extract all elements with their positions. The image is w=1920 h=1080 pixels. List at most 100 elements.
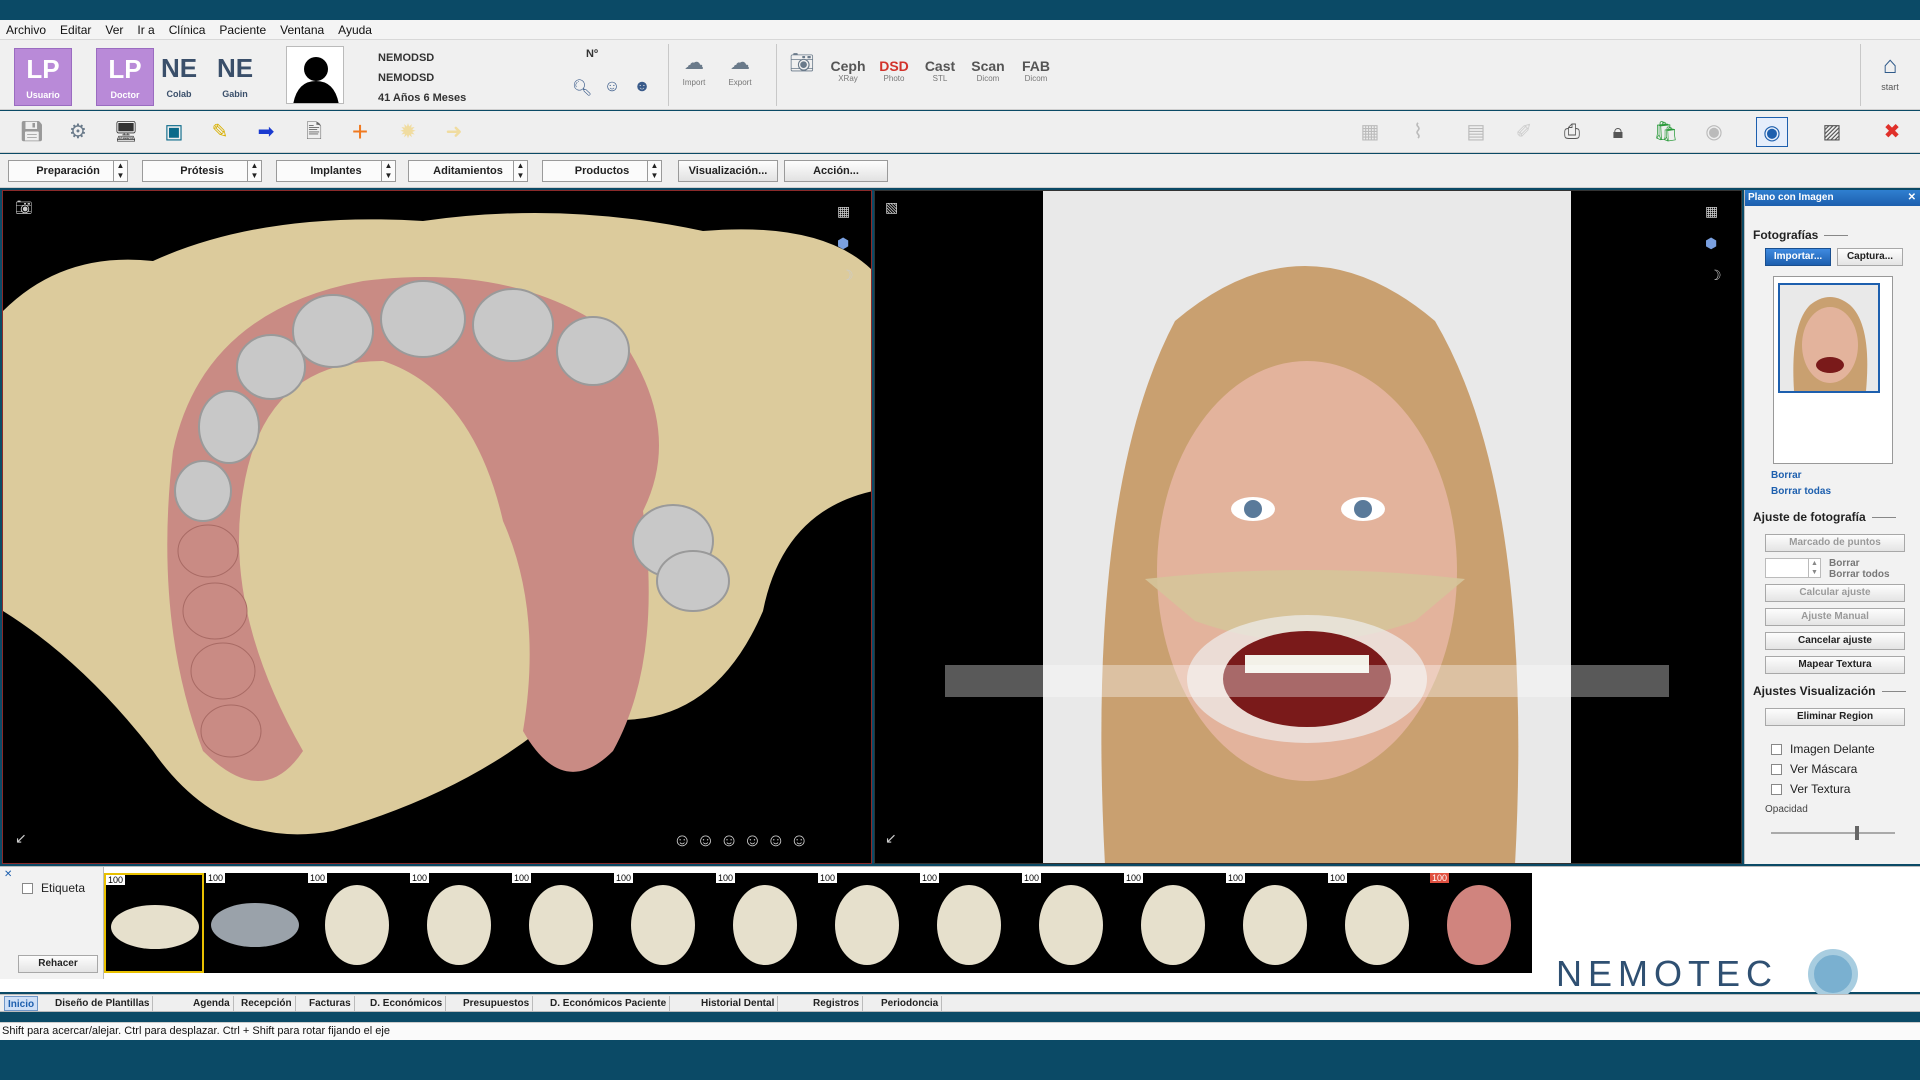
side-view-icon[interactable]: ☺ (720, 830, 738, 850)
bottom-tab[interactable]: D. Económicos Paciente (547, 996, 671, 1011)
model-thumbnail[interactable]: 100 (818, 873, 918, 973)
grid-toggle-icon[interactable]: ▦ (837, 203, 850, 220)
add-patient-icon[interactable]: ☺ (602, 78, 622, 98)
bottom-tab[interactable]: Recepción (238, 996, 296, 1011)
eraser-icon[interactable]: ✐ (1508, 117, 1540, 147)
checkbox-box[interactable] (1771, 763, 1782, 775)
strip-close-icon[interactable]: ✕ (4, 869, 12, 880)
bottom-view-icon[interactable]: ☺ (767, 830, 785, 850)
model-thumbnail[interactable]: 100 (716, 873, 816, 973)
implantes-dropdown[interactable]: Implantes ▲ ▼ (276, 160, 396, 182)
opacity-slider-track[interactable] (1771, 826, 1895, 840)
grid-icon[interactable]: ▦ (1354, 117, 1386, 147)
ceph-xray-button[interactable]: Ceph XRay (826, 48, 870, 104)
checkbox-box[interactable] (22, 882, 33, 894)
map-texture-button[interactable]: Mapear Textura (1765, 656, 1905, 674)
close-icon[interactable]: ✖ (1876, 117, 1908, 147)
home-button[interactable]: ⌂ start (1868, 50, 1912, 102)
pencil-icon[interactable]: ✎ (204, 117, 236, 147)
menu-ir-a[interactable]: Ir a (137, 23, 154, 37)
bottom-tab[interactable]: Registros (810, 996, 864, 1011)
search-icon[interactable]: 🔍︎ (572, 78, 592, 98)
model-thumbnail[interactable]: 100 (1124, 873, 1224, 973)
eye-icon[interactable]: ◉ (1756, 117, 1788, 147)
colab-badge[interactable]: NE Colab (150, 48, 208, 106)
menu-archivo[interactable]: Archivo (6, 23, 46, 37)
camera-button[interactable]: 📷︎ (780, 48, 824, 104)
resize-icon[interactable]: ↙ (15, 830, 27, 847)
points-stepper[interactable]: ▲ ▼ (1765, 558, 1821, 578)
model-thumbnail[interactable]: 100 (1328, 873, 1428, 973)
gabin-badge[interactable]: NE Gabin (206, 48, 264, 106)
show-mask-checkbox[interactable]: Ver Máscara (1771, 762, 1857, 776)
model-thumbnail[interactable]: 100 (1430, 873, 1530, 973)
remove-region-button[interactable]: Eliminar Region (1765, 708, 1905, 726)
mark-points-button[interactable]: Marcado de puntos (1765, 534, 1905, 552)
productos-dropdown[interactable]: Productos ▲ ▼ (542, 160, 662, 182)
cast-stl-button[interactable]: Cast STL (918, 48, 962, 104)
opacity-slider-thumb[interactable] (1855, 826, 1859, 840)
screen-capture-icon[interactable]: ▣ (158, 117, 190, 147)
stepper-arrows-icon[interactable]: ▲ ▼ (1808, 559, 1820, 577)
nemo-export-button[interactable]: ☁ Export (718, 48, 762, 104)
menu-ventana[interactable]: Ventana (280, 23, 324, 37)
visualizacion-button[interactable]: Visualización... (678, 160, 778, 182)
photo-thumbnail[interactable] (1778, 283, 1880, 393)
menu-paciente[interactable]: Paciente (219, 23, 266, 37)
model-thumbnail[interactable]: 100 (920, 873, 1020, 973)
bottom-tab[interactable]: D. Económicos (367, 996, 447, 1011)
model-thumbnail[interactable]: 100 (410, 873, 510, 973)
dsd-photo-button[interactable]: DSD Photo (872, 48, 916, 104)
model-thumbnail[interactable]: 100 (512, 873, 612, 973)
label-checkbox[interactable]: Etiqueta (22, 881, 85, 895)
bottom-tab[interactable]: Agenda (190, 996, 234, 1011)
bottom-tab[interactable]: Inicio (4, 996, 39, 1011)
photo-list[interactable] (1773, 276, 1893, 464)
cube-view-icon[interactable]: ⬢ (837, 235, 849, 252)
camera-snapshot-icon[interactable]: 📷︎ (15, 199, 33, 216)
front-view-icon[interactable]: ☺ (696, 830, 714, 850)
protesis-dropdown[interactable]: Prótesis ▲ ▼ (142, 160, 262, 182)
menu-ver[interactable]: Ver (105, 23, 123, 37)
menu-clinica[interactable]: Clínica (169, 23, 206, 37)
fab-dicom-button[interactable]: FAB Dicom (1014, 48, 1058, 104)
menu-editar[interactable]: Editar (60, 23, 91, 37)
calculate-adjust-button[interactable]: Calcular ajuste (1765, 584, 1905, 602)
cancel-adjust-button[interactable]: Cancelar ajuste (1765, 632, 1905, 650)
top-view-icon[interactable]: ☺ (743, 830, 761, 850)
printer-icon[interactable]: ⎙ (1556, 117, 1588, 147)
profile-view-icon[interactable]: ☺ (790, 830, 808, 850)
show-texture-checkbox[interactable]: Ver Textura (1771, 782, 1850, 796)
model-thumbnail[interactable]: 100 (1022, 873, 1122, 973)
image-toggle-icon[interactable]: ▧ (885, 199, 898, 216)
patient-settings-icon[interactable]: ☻ (632, 78, 652, 98)
model-thumbnail[interactable]: 100 (206, 873, 306, 973)
camera-small-icon[interactable]: ◉ (1698, 117, 1730, 147)
photo-moon-icon[interactable]: ☽ (1709, 267, 1722, 284)
tooth-arrow-icon[interactable]: ➜ (438, 117, 470, 147)
layout-icon[interactable]: ▤ (1460, 117, 1492, 147)
lock-icon[interactable]: 🔒︎ (1602, 117, 1634, 147)
borrar-all-points-link[interactable]: Borrar todos (1829, 569, 1890, 580)
borrar-point-link[interactable]: Borrar (1829, 558, 1890, 569)
delete-photo-link[interactable]: Borrar (1771, 470, 1802, 481)
import-button[interactable]: Importar... (1765, 248, 1831, 266)
redo-button[interactable]: Rehacer (18, 955, 98, 973)
monitor-icon[interactable]: 🖥︎ (110, 117, 142, 147)
bottom-tab[interactable]: Diseño de Plantillas (52, 996, 154, 1011)
photo-grid-icon[interactable]: ▦ (1705, 203, 1718, 220)
ruler-icon[interactable]: ⌇ (1402, 117, 1434, 147)
moon-light-icon[interactable]: ☽ (841, 267, 854, 284)
scan-dicom-button[interactable]: Scan Dicom (966, 48, 1010, 104)
gear-icon[interactable]: ⚙ (62, 117, 94, 147)
preparacion-dropdown[interactable]: Preparación ▲ ▼ (8, 160, 128, 182)
bottom-tab[interactable]: Presupuestos (460, 996, 534, 1011)
checkbox-box[interactable] (1771, 783, 1782, 795)
model-thumbnail[interactable]: 100 (1226, 873, 1326, 973)
bottom-tab[interactable]: Historial Dental (698, 996, 779, 1011)
model-thumbnail[interactable]: 100 (308, 873, 408, 973)
model-thumbnail[interactable]: 100 (104, 873, 204, 973)
checkbox-box[interactable] (1771, 743, 1782, 755)
bottom-tab[interactable]: Facturas (306, 996, 355, 1011)
text-label-icon[interactable]: 🖹︎ (298, 117, 330, 147)
